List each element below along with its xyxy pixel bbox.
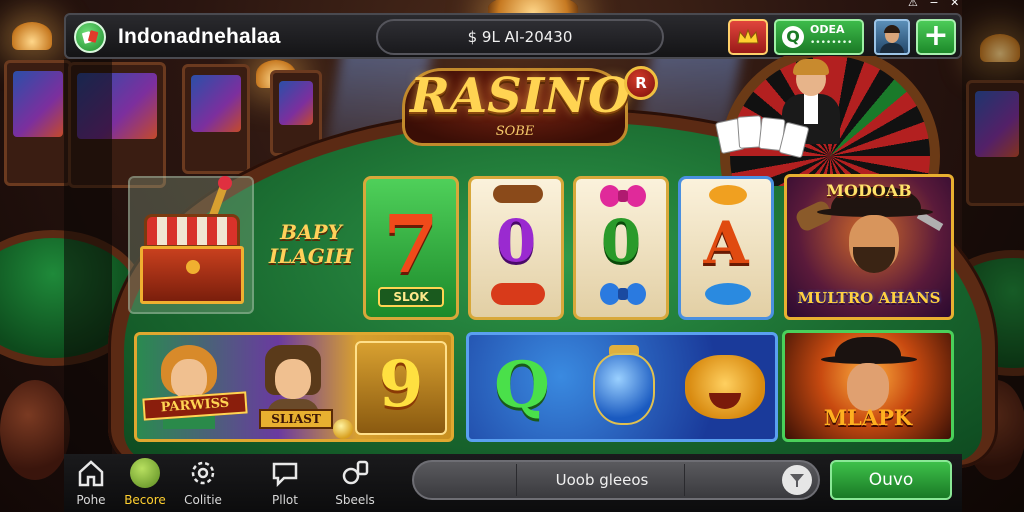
q-icon: Q [782,26,804,48]
featured-title: MODOAB [826,181,912,200]
flame-symbol-icon [491,283,545,305]
games-icon [342,460,369,485]
app-logo-icon[interactable] [74,21,106,53]
logo-subtitle: SOBE [495,124,535,139]
bonus-label: ODEA [810,23,845,36]
slot-reel-4[interactable]: A [678,176,774,320]
letter-a-symbol: A [703,209,749,277]
nav-label: Sbeels [335,493,375,507]
app-title: Indonadnehalaa [118,25,281,48]
filter-button[interactable] [782,465,812,495]
add-funds-button[interactable]: + [916,19,956,55]
slot-reel-2[interactable]: 0 [468,176,564,320]
vase-icon [593,353,655,425]
slot-label: SLOK [378,287,444,307]
bar-symbol-icon [493,185,543,203]
nav-item-chat[interactable]: Pllot [256,456,314,510]
zero-symbol: 0 [600,207,642,275]
ceiling-lamp [12,22,52,50]
tile-title: MLAPK [823,405,913,430]
zero-symbol: 0 [495,207,537,275]
avatar[interactable] [874,19,910,55]
q-symbol: Q [494,348,550,423]
nav-label: Pllot [272,493,298,507]
play-button[interactable]: Ouvo [830,460,952,500]
home-icon [78,460,104,487]
balance-value: $ 9L AI-20430 [467,28,573,46]
slot-reel-1[interactable]: 7 SLOK [363,176,459,320]
cards-icon [82,30,99,44]
treasure-chest-icon [140,176,248,306]
promo-line-1: BAPY [280,220,342,244]
coin-icon [333,419,353,439]
promo-line-2: ILAGIH [268,244,354,268]
funnel-icon [790,474,804,487]
crown-icon [737,28,759,44]
arcade-machine [182,64,250,174]
search-text: Uoob gleeos [555,471,649,489]
vip-button[interactable] [728,19,768,55]
drop-symbol-icon [705,283,751,305]
chat-icon [272,462,298,488]
bonus-sublabel: •••••••• [810,38,853,48]
featured-game-tile[interactable]: MODOAB MULTRO AHANS [784,174,954,320]
promo-text: BAPY ILAGIH [266,220,356,268]
bonus-button[interactable]: Q ODEA •••••••• [774,19,864,55]
search-input[interactable]: Uoob gleeos [412,460,820,500]
game-tile-gems[interactable]: Q [466,332,778,442]
game-tile-heroes[interactable]: PARWISS SLIAST 9 [134,332,454,442]
lion-icon [685,355,765,419]
nav-item-score[interactable]: Becore [116,456,174,510]
balance-display[interactable]: $ 9L AI-20430 [376,19,664,55]
game-logo: RASINO SOBE [402,62,632,154]
seven-symbol: 7 [383,197,439,291]
system-icons[interactable]: ⚠ − ✕ [908,0,988,10]
slot-reel-3[interactable]: 0 [573,176,669,320]
nav-label: Colitie [184,493,222,507]
logo-title: RASINO [410,68,630,124]
nav-item-games[interactable]: Sbeels [326,456,384,510]
bow-icon [600,185,646,207]
treasure-chest-tile[interactable] [128,176,254,314]
arcade-machine [4,60,72,186]
hammer-icon [793,198,835,234]
registered-badge: R [624,66,658,100]
gear-icon [191,461,215,485]
coin-icon [130,458,160,488]
lemon-symbol-icon [709,185,747,205]
game-tile-cowboy[interactable]: MLAPK [782,330,954,442]
number-symbol: 9 [378,347,424,422]
featured-subtitle: MULTRO AHANS [797,289,941,307]
playing-cards [714,114,810,159]
bow-icon [600,283,646,305]
top-bar: Indonadnehalaa $ 9L AI-20430 Q ODEA ••••… [64,13,962,59]
nav-item-settings[interactable]: Colitie [174,456,232,510]
tile-banner: SLIAST [259,409,333,429]
number-symbol-box: 9 [355,341,447,435]
left-shade [64,59,112,454]
stool [0,380,70,480]
